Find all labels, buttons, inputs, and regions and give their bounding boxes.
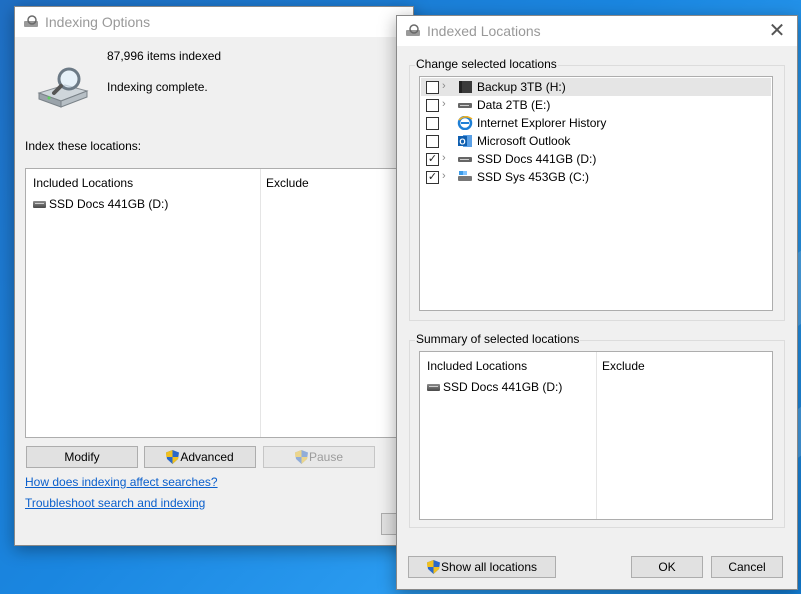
close-icon[interactable]: ✕: [757, 16, 797, 46]
modify-button-label: Modify: [64, 450, 100, 464]
uac-shield-icon: [294, 450, 308, 464]
expand-chevron-icon[interactable]: ›: [442, 98, 446, 110]
tree-item[interactable]: ✓ › SSD Docs 441GB (D:): [421, 150, 771, 168]
exclude-header[interactable]: Exclude: [266, 176, 309, 190]
ok-button[interactable]: OK: [631, 556, 703, 578]
advanced-button[interactable]: Advanced: [144, 446, 256, 468]
expand-chevron-icon[interactable]: ›: [442, 170, 446, 182]
show-all-locations-button[interactable]: Show all locations: [408, 556, 556, 578]
window-title: Indexing Options: [45, 14, 151, 30]
tree-item-label: Microsoft Outlook: [477, 134, 571, 148]
tree-item-label: Data 2TB (E:): [477, 98, 551, 112]
exclude-header[interactable]: Exclude: [602, 359, 645, 373]
locations-tree[interactable]: › Backup 3TB (H:) › Data 2TB (E:) Internet E…: [419, 76, 773, 311]
uac-shield-icon: [426, 560, 440, 574]
expand-chevron-icon[interactable]: ›: [442, 80, 446, 92]
dark-drive-icon: [459, 81, 472, 93]
ie-icon: [457, 116, 473, 130]
items-indexed-count: 87,996 items indexed: [107, 49, 222, 63]
system-drive-icon: [458, 171, 472, 181]
column-separator: [596, 352, 597, 519]
checkbox-checked[interactable]: ✓: [426, 171, 439, 184]
column-separator: [260, 169, 261, 437]
outlook-icon: O: [458, 135, 472, 147]
troubleshoot-indexing-link[interactable]: Troubleshoot search and indexing: [25, 496, 205, 510]
included-location-item: SSD Docs 441GB (D:): [33, 197, 168, 211]
index-locations-list[interactable]: Included Locations Exclude SSD Docs 441G…: [25, 168, 425, 438]
index-locations-label: Index these locations:: [25, 139, 142, 153]
indexing-options-window: Indexing Options 87,996 items indexed In…: [14, 6, 425, 546]
drive-icon: [458, 103, 472, 108]
modify-button[interactable]: Modify: [26, 446, 138, 468]
summary-locations-list[interactable]: Included Locations Exclude SSD Docs 441G…: [419, 351, 773, 520]
indexing-icon: [24, 15, 38, 27]
drive-icon: [33, 201, 46, 208]
checkbox-unchecked[interactable]: [426, 81, 439, 94]
ok-button-label: OK: [658, 560, 676, 574]
indexing-status: Indexing complete.: [107, 80, 208, 94]
checkbox-unchecked[interactable]: [426, 99, 439, 112]
tree-item[interactable]: Internet Explorer History: [421, 114, 771, 132]
tree-item[interactable]: ✓ › SSD Sys 453GB (C:): [421, 168, 771, 186]
pause-button[interactable]: Pause: [263, 446, 375, 468]
summary-location-item: SSD Docs 441GB (D:): [427, 380, 562, 394]
drive-icon: [427, 384, 440, 391]
change-locations-label: Change selected locations: [415, 57, 558, 71]
cancel-button-label: Cancel: [728, 560, 766, 574]
title-bar: Indexed Locations ✕: [397, 16, 797, 46]
drive-icon: [458, 157, 472, 162]
included-location-label: SSD Docs 441GB (D:): [49, 197, 169, 211]
how-indexing-affects-link[interactable]: How does indexing affect searches?: [25, 475, 218, 489]
indexing-icon: [406, 24, 420, 36]
expand-chevron-icon[interactable]: ›: [442, 152, 446, 164]
checkbox-unchecked[interactable]: [426, 117, 439, 130]
svg-text:O: O: [459, 138, 465, 147]
tree-item-label: Backup 3TB (H:): [477, 80, 566, 94]
checkbox-unchecked[interactable]: [426, 135, 439, 148]
tree-item[interactable]: › Data 2TB (E:): [421, 96, 771, 114]
pause-button-label: Pause: [308, 450, 344, 464]
indexing-drive-magnifier-icon: [37, 67, 89, 108]
tree-item-label: Internet Explorer History: [477, 116, 607, 130]
advanced-button-label: Advanced: [180, 450, 234, 464]
summary-location-label: SSD Docs 441GB (D:): [443, 380, 563, 394]
show-all-locations-label: Show all locations: [440, 560, 538, 574]
title-bar: Indexing Options: [15, 7, 413, 37]
uac-shield-icon: [166, 450, 180, 464]
summary-label: Summary of selected locations: [415, 332, 581, 346]
indexed-locations-dialog: Indexed Locations ✕ Change selected loca…: [396, 15, 798, 590]
tree-item-label: SSD Sys 453GB (C:): [477, 170, 590, 184]
cancel-button[interactable]: Cancel: [711, 556, 783, 578]
included-locations-header[interactable]: Included Locations: [33, 176, 133, 190]
dialog-title: Indexed Locations: [427, 23, 541, 39]
tree-item[interactable]: › Backup 3TB (H:): [421, 78, 771, 96]
checkbox-checked[interactable]: ✓: [426, 153, 439, 166]
included-locations-header[interactable]: Included Locations: [427, 359, 527, 373]
tree-item-label: SSD Docs 441GB (D:): [477, 152, 597, 166]
tree-item[interactable]: O Microsoft Outlook: [421, 132, 771, 150]
